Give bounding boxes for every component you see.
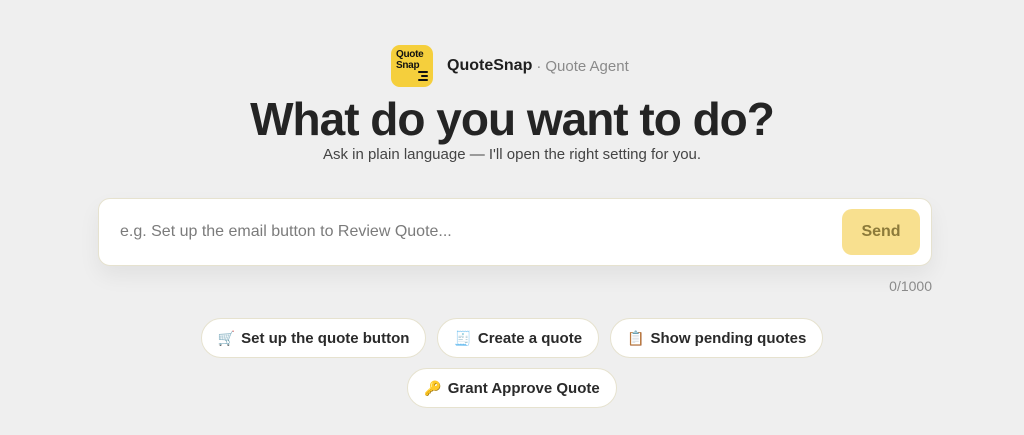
suggestion-chip-quote-button[interactable]: 🛒 Set up the quote button <box>200 318 427 358</box>
suggestion-chip-grant-approve[interactable]: 🔑 Grant Approve Quote <box>407 368 617 408</box>
brand-header: Quote Snap QuoteSnap · Quote Agent <box>391 45 629 87</box>
chip-label: Set up the quote button <box>241 329 410 347</box>
character-counter: 0/1000 <box>889 278 932 294</box>
send-button[interactable]: Send <box>842 209 920 255</box>
suggestion-chips: 🛒 Set up the quote button 🧾 Create a quo… <box>0 318 1024 358</box>
prompt-box: Send <box>98 198 932 266</box>
suggestion-chip-pending-quotes[interactable]: 📋 Show pending quotes <box>610 318 824 358</box>
prompt-input[interactable] <box>99 199 842 265</box>
brand-separator: · <box>536 57 542 75</box>
chip-label: Grant Approve Quote <box>447 379 600 397</box>
page-title: What do you want to do? <box>250 93 775 145</box>
quotesnap-logo: Quote Snap <box>391 45 433 87</box>
page-subtitle: Ask in plain language — I'll open the ri… <box>322 146 702 163</box>
key-icon: 🔑 <box>424 379 442 396</box>
page: Quote Snap QuoteSnap · Quote Agent What … <box>0 0 1024 435</box>
suggestion-chip-create-quote[interactable]: 🧾 Create a quote <box>437 318 600 358</box>
logo-text: Quote Snap <box>396 49 424 71</box>
receipt-icon: 🧾 <box>454 329 472 346</box>
chip-label: Show pending quotes <box>650 329 807 347</box>
clipboard-icon: 📋 <box>627 329 645 346</box>
brand-name: QuoteSnap <box>447 57 533 74</box>
chip-label: Create a quote <box>477 329 583 347</box>
suggestion-chips-row-2: 🔑 Grant Approve Quote <box>0 368 1024 408</box>
cart-icon: 🛒 <box>217 329 236 346</box>
brand-subtitle: Quote Agent <box>545 57 629 75</box>
logo-bars-icon <box>418 69 428 81</box>
